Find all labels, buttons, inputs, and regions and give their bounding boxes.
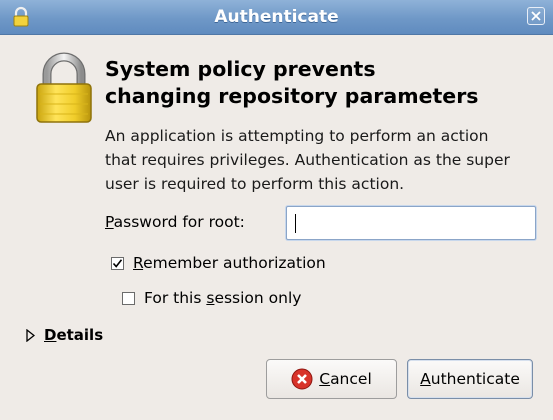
cancel-icon [291,368,313,390]
description-line: user is required to perform this action. [105,175,405,193]
label-text: For this [144,289,207,307]
padlock-icon [36,52,92,123]
close-icon [531,11,541,21]
label-text: etails [56,326,104,344]
description-line: that requires privileges. Authentication… [105,151,510,169]
description-line: An application is attempting to perform … [105,127,489,145]
label-text: uthenticate [430,370,520,388]
cancel-label: Cancel [319,370,372,388]
mnemonic: A [420,370,431,388]
session-only-checkbox[interactable]: For this session only [122,289,301,307]
authenticate-button[interactable]: Authenticate [407,359,533,399]
label-text: assword for root: [113,213,245,231]
label-text: ancel [330,370,372,388]
cancel-button[interactable]: Cancel [266,359,397,399]
label-text: ession only [214,289,302,307]
mnemonic: C [319,370,331,388]
mnemonic: R [133,254,144,272]
password-label: Password for root: [105,213,245,231]
label-text: emember authorization [143,254,326,272]
mnemonic: D [44,326,57,344]
checkbox-box[interactable] [111,256,124,270]
checkbox-label: For this session only [144,289,301,307]
checkmark-icon [112,258,123,268]
checkbox-box[interactable] [122,291,135,305]
remember-authorization-checkbox[interactable]: Remember authorization [111,254,326,272]
details-expander[interactable]: Details [26,326,103,344]
heading-line: changing repository parameters [105,84,479,108]
title-bar[interactable]: Authenticate [0,0,553,35]
close-button[interactable] [527,7,545,25]
authenticate-label: Authenticate [420,370,520,388]
expander-arrow-icon [26,328,35,342]
password-input[interactable] [286,206,536,240]
dialog-heading: System policy prevents changing reposito… [105,56,535,110]
heading-line: System policy prevents [105,57,376,81]
text-caret [295,214,296,233]
window-title: Authenticate [214,7,339,27]
details-label: Details [44,326,103,344]
checkbox-label: Remember authorization [133,254,326,272]
mnemonic: P [105,213,114,231]
dialog-description: An application is attempting to perform … [105,124,545,196]
